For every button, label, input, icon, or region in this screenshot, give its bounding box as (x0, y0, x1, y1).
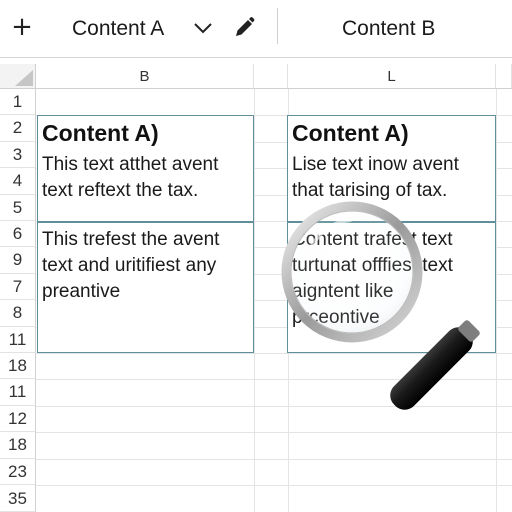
box-text: Content trafest text turtunat offfiest t… (292, 229, 453, 328)
grid-line (36, 432, 512, 434)
column-header-filler[interactable] (496, 64, 512, 89)
chevron-down-icon[interactable] (192, 16, 214, 40)
row-header[interactable]: 23 (0, 458, 36, 485)
row-header[interactable]: 4 (0, 168, 36, 195)
spreadsheet-grid: B L 1 2 3 4 5 6 9 7 8 11 18 11 12 18 23 … (0, 64, 512, 512)
grid-line (254, 89, 255, 512)
row-header[interactable]: 8 (0, 300, 36, 327)
row-header[interactable]: 18 (0, 353, 36, 380)
row-header[interactable]: 7 (0, 273, 36, 301)
add-tab-button[interactable]: + (8, 10, 36, 44)
row-header[interactable]: 3 (0, 141, 36, 169)
tab-content-b[interactable]: Content B (342, 15, 435, 43)
grid-line (36, 485, 512, 486)
row-header[interactable]: 11 (0, 379, 36, 406)
row-header[interactable]: 9 (0, 247, 36, 274)
select-all-corner[interactable] (0, 64, 36, 89)
box-title: Content A) (42, 120, 159, 146)
pencil-icon[interactable] (232, 15, 256, 41)
tab-separator (277, 8, 278, 44)
box-text: This text atthet avent text reftext the … (42, 154, 219, 201)
column-header-l[interactable]: L (288, 64, 496, 89)
tab-content-a[interactable]: Content A (72, 15, 164, 43)
box-divider (288, 221, 495, 223)
grid-line (496, 89, 497, 512)
row-header[interactable]: 6 (0, 221, 36, 248)
box-text: This trefest the avent text and uritifie… (42, 229, 220, 302)
box-text: Lise text inow avent that tarising of ta… (292, 154, 459, 201)
grid-line (36, 458, 512, 460)
grid-line (36, 379, 512, 381)
column-header-filler[interactable] (254, 64, 288, 89)
row-header[interactable]: 2 (0, 115, 36, 142)
content-box-left[interactable]: Content A) This text atthet avent text r… (37, 115, 254, 353)
row-header[interactable]: 35 (0, 485, 36, 512)
row-header[interactable]: 1 (0, 89, 36, 116)
row-header[interactable]: 12 (0, 405, 36, 433)
plus-icon: + (11, 12, 33, 42)
grid-line (36, 353, 512, 354)
column-header-label: B (139, 68, 150, 85)
content-box-right[interactable]: Content A) Lise text inow avent that tar… (287, 115, 496, 353)
tab-bar: + Content A Content B (0, 0, 512, 58)
column-header-label: L (387, 68, 396, 85)
row-header[interactable]: 5 (0, 194, 36, 221)
box-title: Content A) (292, 120, 409, 146)
row-header[interactable]: 11 (0, 326, 36, 353)
column-header-b[interactable]: B (36, 64, 254, 89)
row-header[interactable]: 18 (0, 432, 36, 459)
grid-line (36, 405, 512, 407)
box-divider (38, 221, 253, 223)
